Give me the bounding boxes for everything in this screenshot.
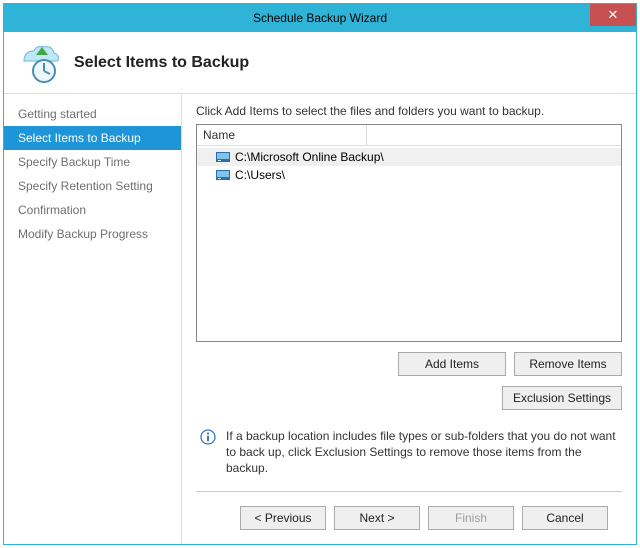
cancel-button[interactable]: Cancel xyxy=(522,506,608,530)
step-getting-started[interactable]: Getting started xyxy=(4,102,181,126)
step-confirmation[interactable]: Confirmation xyxy=(4,198,181,222)
wizard-window: Schedule Backup Wizard ✕ Select Items to… xyxy=(3,3,637,545)
page-title: Select Items to Backup xyxy=(74,54,249,72)
wizard-footer: < Previous Next > Finish Cancel xyxy=(196,492,622,544)
info-text: If a backup location includes file types… xyxy=(226,428,618,477)
list-item[interactable]: C:\Users\ xyxy=(197,166,621,184)
wizard-steps-nav: Getting started Select Items to Backup S… xyxy=(4,94,182,544)
exclusion-button-row: Exclusion Settings xyxy=(196,386,622,410)
list-item-path: C:\Microsoft Online Backup\ xyxy=(235,150,384,164)
backup-wizard-icon xyxy=(18,41,62,85)
list-header: Name xyxy=(197,125,621,146)
finish-button: Finish xyxy=(428,506,514,530)
remove-items-button[interactable]: Remove Items xyxy=(514,352,622,376)
column-name[interactable]: Name xyxy=(197,125,367,145)
next-button[interactable]: Next > xyxy=(334,506,420,530)
drive-icon xyxy=(215,167,231,183)
close-button[interactable]: ✕ xyxy=(590,4,636,26)
items-listbox[interactable]: Name C:\Microsoft Online Backup\ C:\User… xyxy=(196,124,622,342)
step-retention[interactable]: Specify Retention Setting xyxy=(4,174,181,198)
titlebar: Schedule Backup Wizard ✕ xyxy=(4,4,636,32)
step-progress[interactable]: Modify Backup Progress xyxy=(4,222,181,246)
exclusion-settings-button[interactable]: Exclusion Settings xyxy=(502,386,622,410)
drive-icon xyxy=(215,149,231,165)
wizard-body: Getting started Select Items to Backup S… xyxy=(4,94,636,544)
info-icon xyxy=(200,429,216,445)
list-item[interactable]: C:\Microsoft Online Backup\ xyxy=(197,148,621,166)
previous-button[interactable]: < Previous xyxy=(240,506,326,530)
item-buttons-row: Add Items Remove Items xyxy=(196,352,622,376)
list-body: C:\Microsoft Online Backup\ C:\Users\ xyxy=(197,146,621,341)
close-icon: ✕ xyxy=(608,7,619,23)
wizard-header: Select Items to Backup xyxy=(4,32,636,94)
step-select-items[interactable]: Select Items to Backup xyxy=(4,126,181,150)
window-title: Schedule Backup Wizard xyxy=(253,11,387,25)
instruction-text: Click Add Items to select the files and … xyxy=(196,104,622,118)
step-specify-time[interactable]: Specify Backup Time xyxy=(4,150,181,174)
add-items-button[interactable]: Add Items xyxy=(398,352,506,376)
info-row: If a backup location includes file types… xyxy=(196,428,622,477)
main-panel: Click Add Items to select the files and … xyxy=(182,94,636,544)
list-item-path: C:\Users\ xyxy=(235,168,285,182)
